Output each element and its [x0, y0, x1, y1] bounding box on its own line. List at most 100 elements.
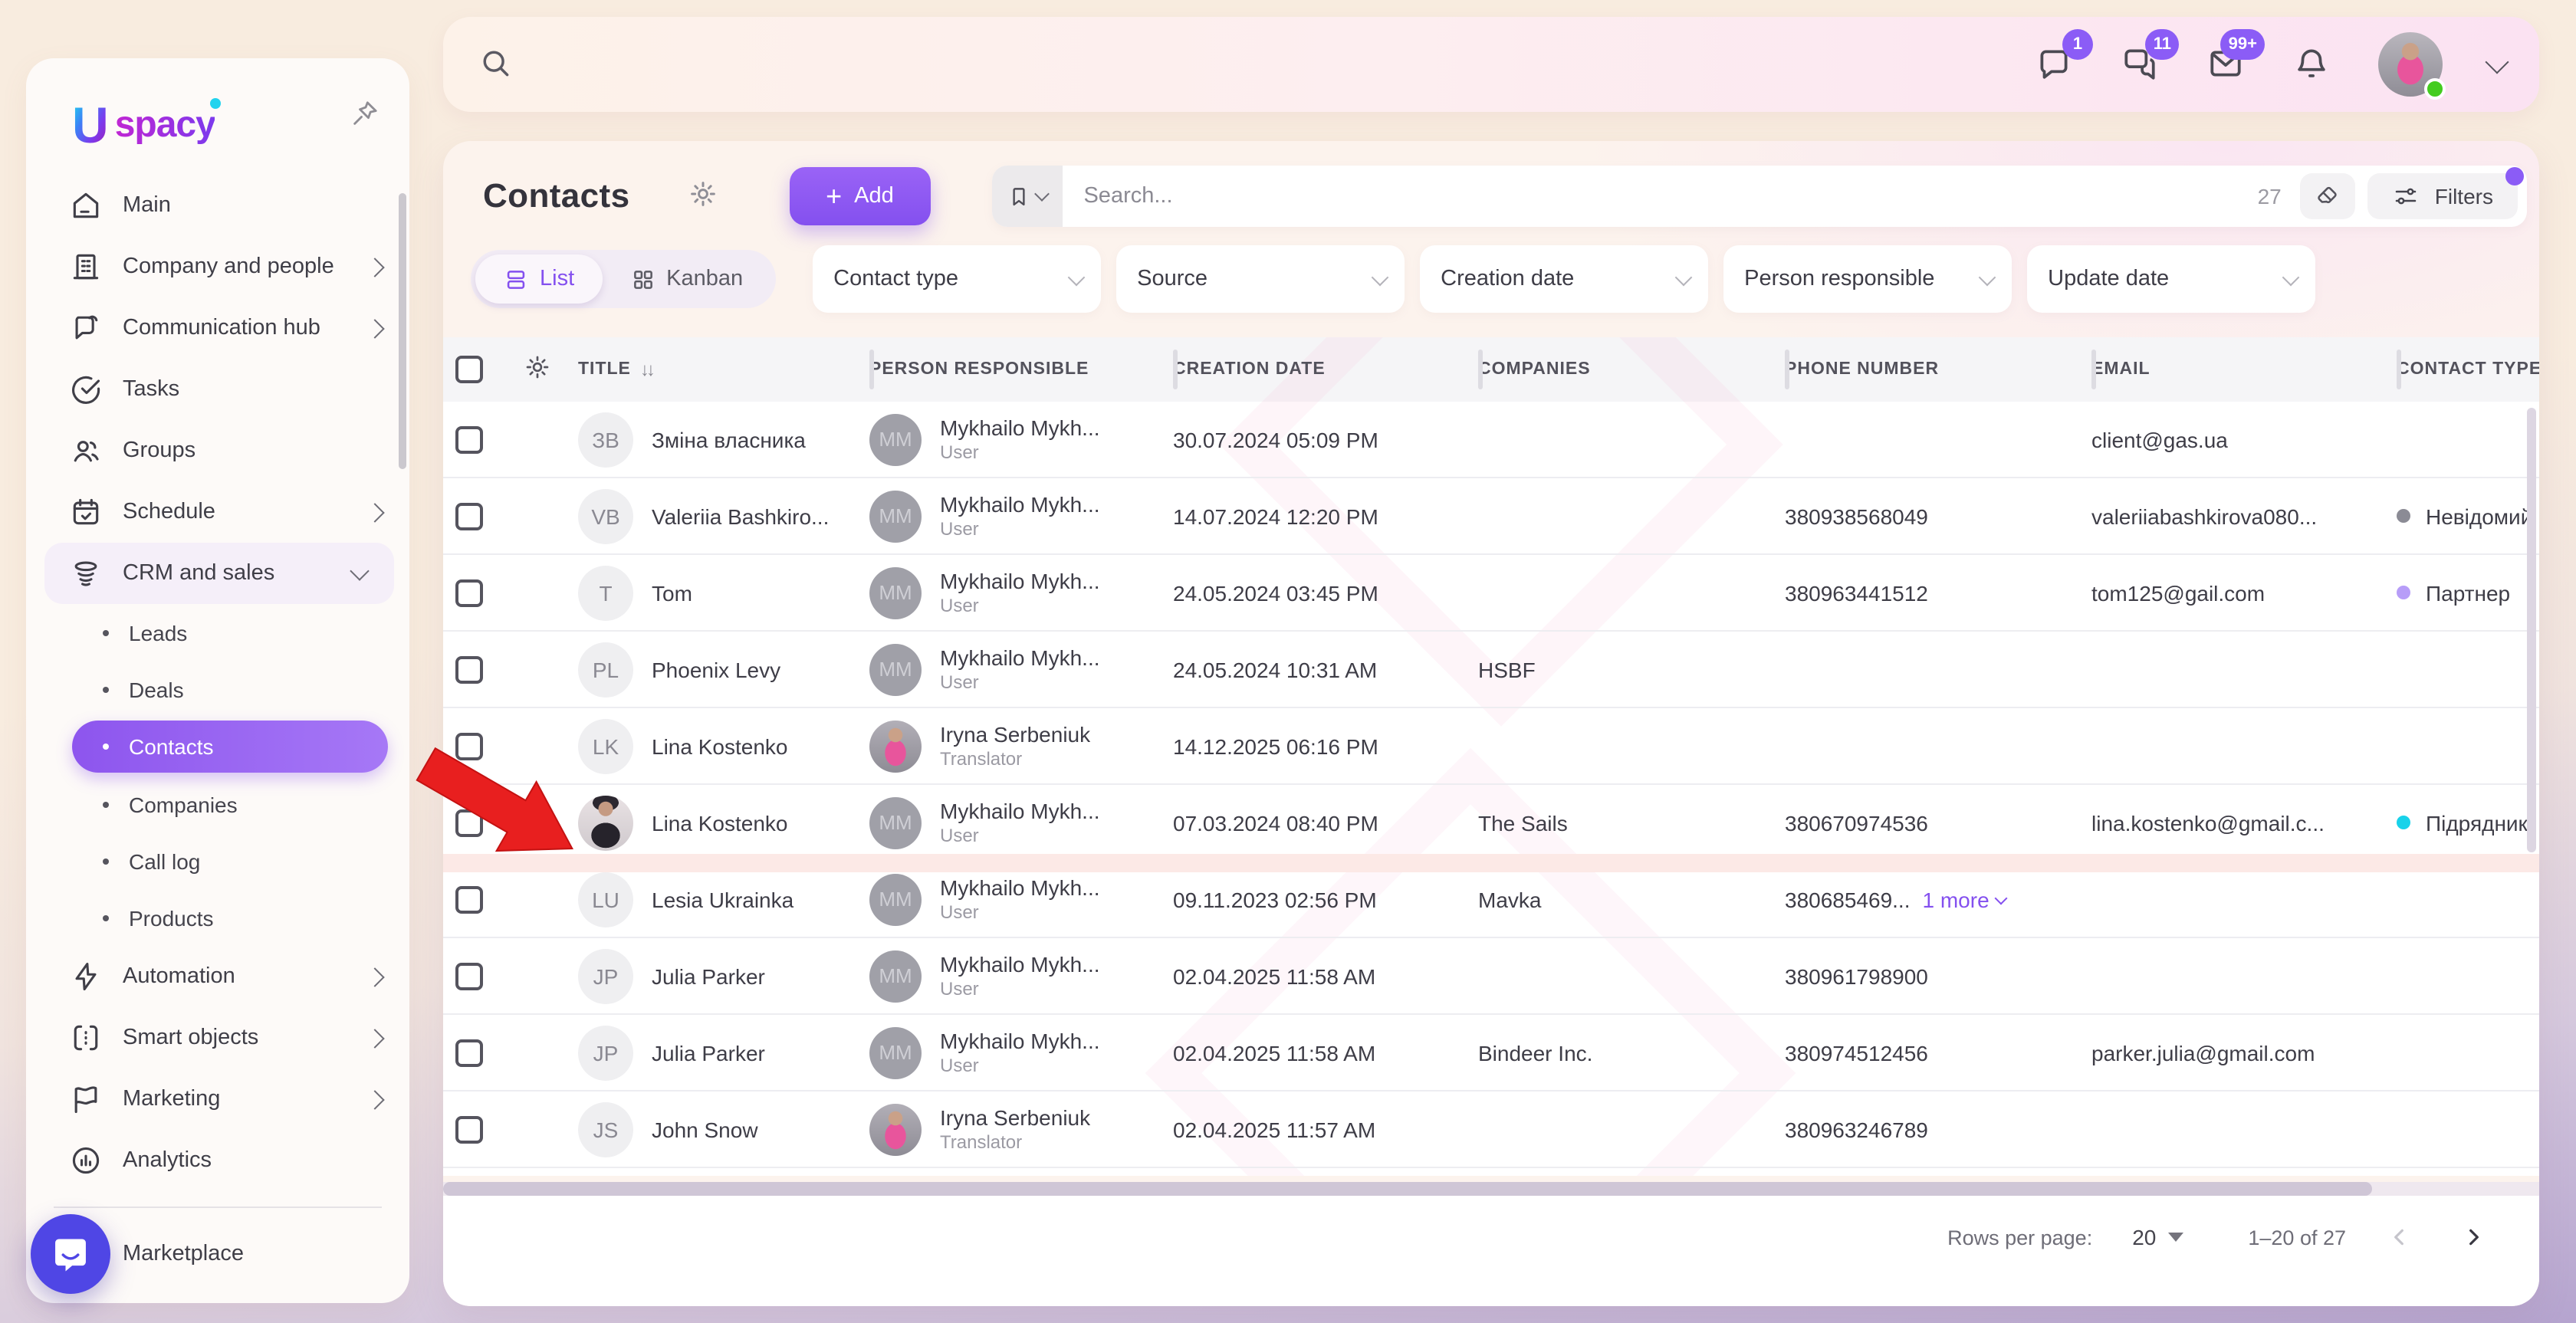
cell-title: LKLina Kostenko: [578, 708, 869, 783]
sidebar-item-groups[interactable]: Groups: [26, 420, 409, 481]
sidebar-item-company-and-people[interactable]: Company and people: [26, 236, 409, 297]
chevron-down-icon[interactable]: [2485, 49, 2509, 73]
horizontal-scrollbar-thumb[interactable]: [443, 1182, 2371, 1196]
sidebar-item-products[interactable]: Products: [26, 889, 409, 946]
horizontal-scrollbar-track[interactable]: [443, 1182, 2539, 1196]
contact-initials-avatar: LK: [578, 718, 633, 773]
filter-chip-update-date[interactable]: Update date: [2026, 245, 2315, 313]
filter-chip-source[interactable]: Source: [1116, 245, 1404, 313]
cell-email[interactable]: lina.kostenko@gmail.c...: [2091, 785, 2397, 860]
filter-chip-contact-type[interactable]: Contact type: [812, 245, 1100, 313]
row-checkbox[interactable]: [455, 809, 483, 836]
row-checkbox[interactable]: [455, 425, 483, 453]
contact-initials-avatar: T: [578, 565, 633, 620]
previous-page-button[interactable]: [2380, 1217, 2420, 1257]
pin-icon[interactable]: [348, 98, 382, 132]
sidebar-item-main[interactable]: Main: [26, 175, 409, 236]
sidebar-item-schedule[interactable]: Schedule: [26, 481, 409, 543]
sidebar-item-crm-and-sales[interactable]: CRM and sales: [44, 543, 394, 604]
table-row[interactable]: LKLina KostenkoIryna SerbeniukTranslator…: [443, 708, 2539, 785]
column-contact-type[interactable]: CONTACT TYPE: [2397, 337, 2539, 402]
table-row[interactable]: ЗВЗміна власникаMMMykhailo Mykh...User30…: [443, 402, 2539, 478]
sidebar-item-marketing[interactable]: Marketing: [26, 1069, 409, 1130]
table-row[interactable]: LULesia UkrainkaMMMykhailo Mykh...User09…: [443, 862, 2539, 938]
table-row[interactable]: JSJohn SnowIryna SerbeniukTranslator02.0…: [443, 1092, 2539, 1168]
chevron-down-icon: [1995, 891, 2008, 904]
row-checkbox[interactable]: [455, 732, 483, 760]
gear-icon[interactable]: [685, 178, 721, 215]
cell-email[interactable]: [2091, 1092, 2397, 1167]
uspacy-logo[interactable]: U spacy: [72, 95, 215, 147]
sidebar-item-deals[interactable]: Deals: [26, 661, 409, 717]
cell-email[interactable]: client@gas.ua: [2091, 402, 2397, 477]
select-all-checkbox[interactable]: [455, 356, 483, 383]
row-checkbox[interactable]: [455, 1039, 483, 1066]
filter-chip-person-responsible[interactable]: Person responsible: [1723, 245, 2011, 313]
table-row[interactable]: JPJulia ParkerMMMykhailo Mykh...User02.0…: [443, 938, 2539, 1015]
user-avatar[interactable]: [2378, 32, 2443, 97]
chevron-right-icon: [365, 1089, 384, 1108]
row-spacer-cell: [511, 555, 578, 630]
column-creation-date[interactable]: CREATION DATE: [1173, 337, 1478, 402]
table-row[interactable]: JPJulia ParkerMMMykhailo Mykh...User02.0…: [443, 1015, 2539, 1092]
filter-chip-creation-date[interactable]: Creation date: [1419, 245, 1707, 313]
row-checkbox[interactable]: [455, 502, 483, 530]
sidebar-item-analytics[interactable]: Analytics: [26, 1130, 409, 1191]
search-input[interactable]: [1062, 184, 2257, 208]
table-row[interactable]: VBValeriia Bashkiro...MMMykhailo Mykh...…: [443, 478, 2539, 555]
view-toggle-list[interactable]: List: [475, 254, 602, 304]
row-checkbox[interactable]: [455, 579, 483, 606]
column-settings-gear-icon[interactable]: [520, 353, 554, 386]
mail-icon[interactable]: 99+: [2206, 44, 2246, 84]
add-button[interactable]: + Add: [789, 167, 930, 225]
page-title: Contacts: [483, 176, 629, 216]
clear-filters-eraser-icon[interactable]: [2300, 173, 2355, 219]
sidebar-item-contacts[interactable]: Contacts: [72, 721, 388, 773]
chat-icon[interactable]: 1: [2035, 44, 2075, 84]
sidebar-item-leads[interactable]: Leads: [26, 604, 409, 661]
cell-contact-type: [2397, 1015, 2539, 1090]
cell-email[interactable]: valeriiabashkirova080...: [2091, 478, 2397, 553]
sidebar-item-label: CRM and sales: [123, 561, 353, 586]
cell-email[interactable]: [2091, 862, 2397, 937]
phone-more-link[interactable]: 1 more: [1923, 887, 2006, 911]
cell-phone: [1785, 402, 2091, 477]
rows-per-page-select[interactable]: 20: [2132, 1225, 2183, 1249]
cell-email[interactable]: [2091, 708, 2397, 783]
filters-button[interactable]: Filters: [2367, 173, 2518, 219]
team-chat-icon[interactable]: 11: [2121, 44, 2160, 84]
row-checkbox[interactable]: [455, 962, 483, 990]
row-checkbox[interactable]: [455, 655, 483, 683]
table-row[interactable]: Lina KostenkoMMMykhailo Mykh...User07.03…: [443, 785, 2539, 862]
next-page-button[interactable]: [2453, 1217, 2493, 1257]
view-toggle-kanban[interactable]: Kanban: [602, 254, 770, 304]
column-email[interactable]: EMAIL: [2091, 337, 2397, 402]
search-icon[interactable]: [477, 46, 514, 83]
chat-widget-button[interactable]: [31, 1214, 110, 1294]
bullet-icon: [103, 801, 109, 807]
saved-filters-bookmark[interactable]: [991, 166, 1062, 227]
notifications-bell-icon[interactable]: [2292, 44, 2332, 84]
sidebar-item-smart-objects[interactable]: Smart objects: [26, 1007, 409, 1069]
sidebar-item-call-log[interactable]: Call log: [26, 832, 409, 889]
cell-email[interactable]: [2091, 938, 2397, 1013]
column-person-responsible[interactable]: PERSON RESPONSIBLE: [869, 337, 1173, 402]
sidebar-item-automation[interactable]: Automation: [26, 946, 409, 1007]
table-row[interactable]: TTomMMMykhailo Mykh...User24.05.2024 03:…: [443, 555, 2539, 632]
column-companies[interactable]: COMPANIES: [1478, 337, 1785, 402]
sidebar-scrollbar[interactable]: [399, 193, 406, 469]
cell-email[interactable]: [2091, 632, 2397, 707]
column-phone-number[interactable]: PHONE NUMBER: [1785, 337, 2091, 402]
cell-phone: 380963441512: [1785, 555, 2091, 630]
cell-email[interactable]: tom125@gail.com: [2091, 555, 2397, 630]
cell-email[interactable]: parker.julia@gmail.com: [2091, 1015, 2397, 1090]
table-vertical-scrollbar[interactable]: [2527, 408, 2536, 852]
column-title[interactable]: TITLE↓↓: [578, 337, 869, 402]
row-checkbox[interactable]: [455, 1115, 483, 1143]
row-checkbox[interactable]: [455, 885, 483, 913]
sidebar-item-tasks[interactable]: Tasks: [26, 359, 409, 420]
table-row[interactable]: PLPhoenix LevyMMMykhailo Mykh...User24.0…: [443, 632, 2539, 708]
sidebar-item-communication-hub[interactable]: Communication hub: [26, 297, 409, 359]
row-checkbox-cell: [443, 1015, 511, 1090]
sidebar-item-companies[interactable]: Companies: [26, 776, 409, 832]
